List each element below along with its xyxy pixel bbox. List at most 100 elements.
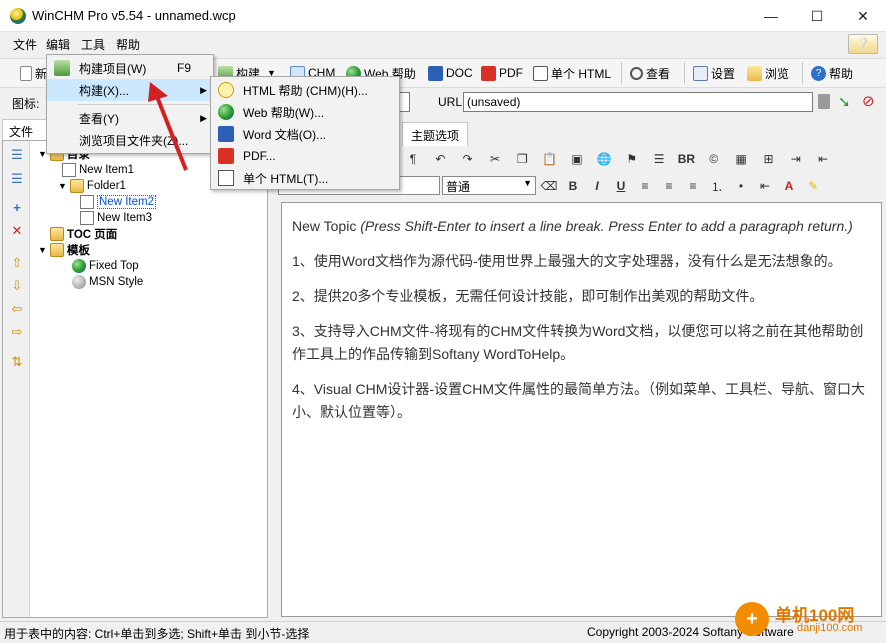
app-icon xyxy=(10,8,26,24)
menu-item-build-project[interactable]: 构建项目(W) F9 xyxy=(47,57,213,79)
outdent-icon[interactable]: ☰ xyxy=(10,172,24,186)
bold-button[interactable]: B xyxy=(564,176,582,196)
redo-icon[interactable]: ↷ xyxy=(459,149,477,169)
paragraph-mark-icon[interactable]: ¶ xyxy=(404,149,422,169)
undo-icon[interactable]: ↶ xyxy=(431,149,449,169)
help-button[interactable]: ? 帮助 xyxy=(811,63,853,83)
settings-button[interactable]: 设置 xyxy=(693,63,735,83)
close-button[interactable]: ✕ xyxy=(840,0,886,32)
menu-item-single-html[interactable]: 单个 HTML(T)... xyxy=(211,167,399,189)
status-hint: 用于表中的内容: Ctrl+单击到多选; Shift+单击 到小节-选择 xyxy=(4,627,310,641)
style-select[interactable]: 普通 ▼ xyxy=(442,176,536,195)
menu-tools[interactable]: 工具 xyxy=(81,36,105,53)
line-break-icon[interactable]: BR xyxy=(677,149,695,169)
html-page-icon xyxy=(533,65,548,81)
minimize-button[interactable]: — xyxy=(748,0,794,32)
no-entry-icon[interactable]: ⊘ xyxy=(862,92,875,110)
collapse-chevron-icon[interactable]: ▼ xyxy=(38,245,47,255)
table-icon[interactable]: ▦ xyxy=(732,149,750,169)
view-button[interactable]: 查看 xyxy=(630,63,670,83)
menu-item-label: HTML 帮助 (CHM)(H)... xyxy=(243,83,368,98)
pdf-label: PDF xyxy=(499,66,523,80)
doc-button[interactable]: DOC xyxy=(428,63,473,83)
underline-button[interactable]: U xyxy=(612,176,630,196)
delete-icon[interactable]: ✕ xyxy=(10,224,24,238)
browse-button[interactable]: 浏览 xyxy=(747,63,789,83)
gray-globe-icon xyxy=(72,275,86,289)
help-book-icon[interactable]: ❔ xyxy=(848,34,878,54)
pdf-icon xyxy=(218,148,234,164)
cut-icon[interactable]: ✂ xyxy=(486,149,504,169)
tab-file-list[interactable]: 文件列 xyxy=(2,119,48,156)
move-up-icon[interactable]: ⇧ xyxy=(10,256,24,270)
menu-help[interactable]: 帮助 xyxy=(116,36,140,53)
tree-item-folder[interactable]: ▼ Folder1 xyxy=(58,178,156,194)
help-label: 帮助 xyxy=(829,66,854,81)
paste-icon[interactable]: 📋 xyxy=(541,149,559,169)
align-right-icon[interactable]: ≡ xyxy=(684,176,702,196)
settings-icon xyxy=(693,65,708,81)
menu-item-label: Word 文档(O)... xyxy=(243,127,327,142)
go-arrow-icon[interactable]: ➘ xyxy=(838,93,851,111)
menu-item-html-help-chm[interactable]: HTML 帮助 (CHM)(H)... xyxy=(211,79,399,101)
submenu-arrow-icon: ▶ xyxy=(200,84,207,95)
tab-topic-options[interactable]: 主题选项 xyxy=(402,122,469,146)
tree-item-toc-page[interactable]: TOC 页面 xyxy=(50,226,156,242)
menu-edit[interactable]: 编辑 xyxy=(46,36,70,53)
add-icon[interactable]: + xyxy=(10,201,24,215)
move-down-icon[interactable]: ⇩ xyxy=(10,279,24,293)
settings-label: 设置 xyxy=(711,66,736,81)
maximize-button[interactable]: ☐ xyxy=(794,0,840,32)
save-url-icon[interactable] xyxy=(818,94,830,109)
align-center-icon[interactable]: ≡ xyxy=(660,176,678,196)
menu-item-word-doc[interactable]: Word 文档(O)... xyxy=(211,123,399,145)
format-toolbar-1: ¶ ↶ ↷ ✂ ❐ 📋 ▣ 🌐 ⚑ ☰ BR © ▦ ⊞ ⇥ ⇤ xyxy=(404,149,884,173)
single-html-button[interactable]: 单个 HTML xyxy=(533,63,611,83)
move-right-icon[interactable]: ⇨ xyxy=(10,325,24,339)
font-color-icon[interactable]: A xyxy=(780,176,798,196)
single-html-label: 单个 HTML xyxy=(551,66,612,81)
help-icon: ? xyxy=(811,65,826,81)
menu-item-pdf[interactable]: PDF... xyxy=(211,145,399,167)
folder-icon xyxy=(69,179,84,193)
page-icon xyxy=(80,211,94,225)
numbered-list-icon[interactable]: ⒈ xyxy=(708,176,726,196)
table-grid-icon[interactable]: ⊞ xyxy=(759,149,777,169)
tree-item-label: TOC 页面 xyxy=(67,229,118,241)
tree-item-templates[interactable]: ▼ 模板 xyxy=(38,242,156,258)
link-icon[interactable]: 🌐 xyxy=(595,149,613,169)
tree-item[interactable]: MSN Style xyxy=(72,274,156,290)
tree-item-label: New Item2 xyxy=(97,195,156,209)
menu-item-label: 单个 HTML(T)... xyxy=(243,171,329,186)
tree-item-label: New Item3 xyxy=(97,212,152,224)
menu-file[interactable]: 文件 xyxy=(13,36,37,53)
horizontal-rule-icon[interactable]: ☰ xyxy=(650,149,668,169)
tree-item-selected[interactable]: New Item2 xyxy=(80,194,156,210)
globe-icon xyxy=(218,104,234,120)
copyright-icon[interactable]: © xyxy=(705,149,723,169)
bullet-list-icon[interactable]: • xyxy=(732,176,750,196)
collapse-chevron-icon[interactable]: ▼ xyxy=(58,181,67,191)
menu-item-label: 查看(Y) xyxy=(79,111,119,126)
align-left-icon[interactable]: ≡ xyxy=(636,176,654,196)
eraser-icon[interactable]: ⌫ xyxy=(540,176,558,196)
indent-icon[interactable]: ☰ xyxy=(10,148,24,162)
tree-item[interactable]: New Item3 xyxy=(80,210,156,226)
url-field[interactable]: (unsaved) xyxy=(463,92,813,112)
move-left-icon[interactable]: ⇦ xyxy=(10,302,24,316)
sort-icon[interactable]: ⇅ xyxy=(10,355,24,369)
tree-item-label: New Item1 xyxy=(79,164,134,176)
italic-button[interactable]: I xyxy=(588,176,606,196)
new-button[interactable]: 新 xyxy=(20,63,47,83)
indent-icon[interactable]: ⇥ xyxy=(787,149,805,169)
copy-icon[interactable]: ❐ xyxy=(513,149,531,169)
pdf-button[interactable]: PDF xyxy=(481,63,523,83)
tree-item[interactable]: Fixed Top xyxy=(72,258,156,274)
topic-editor[interactable]: New Topic (Press Shift-Enter to insert a… xyxy=(281,202,882,617)
decrease-indent-icon[interactable]: ⇤ xyxy=(756,176,774,196)
highlight-icon[interactable]: ✎ xyxy=(804,176,822,196)
menu-item-web-help[interactable]: Web 帮助(W)... xyxy=(211,101,399,123)
image-icon[interactable]: ▣ xyxy=(568,149,586,169)
outdent-icon[interactable]: ⇤ xyxy=(814,149,832,169)
bookmark-icon[interactable]: ⚑ xyxy=(623,149,641,169)
